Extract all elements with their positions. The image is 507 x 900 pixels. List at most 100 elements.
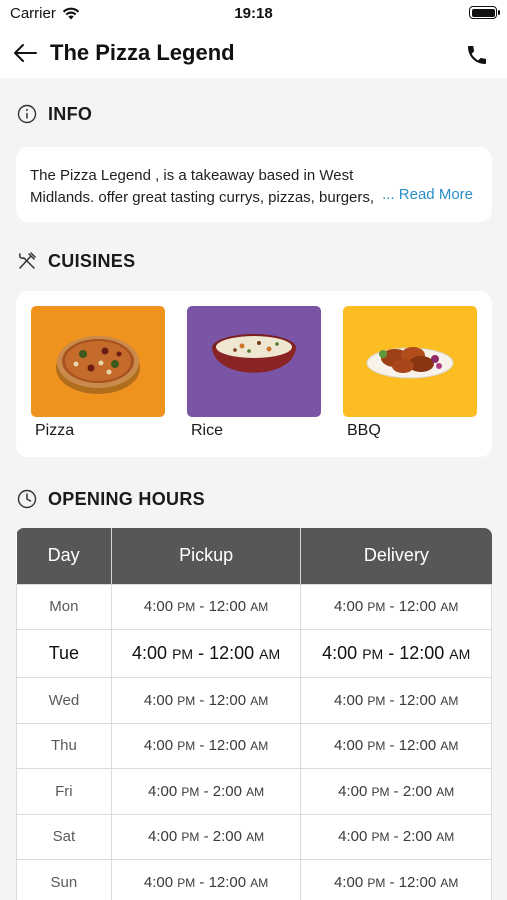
status-time: 19:18	[234, 5, 273, 22]
open-time: 4:00	[338, 828, 368, 846]
info-icon	[16, 103, 38, 125]
battery-icon	[469, 6, 500, 19]
open-time: 4:00	[143, 737, 174, 755]
day-cell: Wed	[16, 677, 112, 724]
open-time: 4:00	[143, 873, 174, 891]
close-ampm: AM	[250, 600, 269, 615]
open-time: 4:00	[143, 691, 174, 709]
day-cell: Fri	[16, 768, 112, 815]
delivery-hours-cell: 4:00 PM - 12:00 AM	[300, 859, 492, 900]
table-row: Sat 4:00 PM - 2:00 AM 4:00 PM - 2:00 AM	[16, 813, 492, 860]
nav-bar: The Pizza Legend	[0, 28, 507, 78]
back-button[interactable]	[10, 39, 40, 67]
open-time: 4:00	[132, 643, 168, 663]
table-header-row: Day Pickup Delivery	[16, 528, 492, 584]
close-time: 12:00	[398, 691, 437, 709]
read-more-link[interactable]: ... Read More	[380, 186, 473, 203]
cuisine-rice[interactable]: Rice	[187, 306, 321, 440]
delivery-hours-cell: 4:00 PM - 12:00 AM	[300, 583, 492, 630]
column-header-delivery: Delivery	[300, 528, 492, 584]
day-cell: Mon	[16, 583, 112, 630]
open-time: 4:00	[333, 598, 364, 616]
cuisine-name: Rice	[191, 422, 224, 439]
day-cell: Tue	[16, 629, 112, 678]
open-ampm: PM	[181, 830, 200, 845]
status-bar: Carrier 19:18	[0, 0, 507, 28]
close-ampm: AM	[246, 830, 265, 845]
close-time: 12:00	[398, 598, 437, 616]
cuisines-heading: CUISINES	[16, 250, 135, 272]
rice-image	[187, 306, 321, 417]
cuisine-bbq[interactable]: BBQ	[343, 306, 477, 440]
open-ampm: PM	[371, 830, 390, 845]
close-ampm: AM	[250, 739, 269, 754]
day-cell: Sun	[16, 859, 112, 900]
pickup-hours-cell: 4:00 PM - 12:00 AM	[110, 583, 302, 630]
close-ampm: AM	[440, 875, 459, 890]
close-time: 2:00	[402, 782, 433, 800]
delivery-hours-cell: 4:00 PM - 12:00 AM	[300, 722, 492, 769]
open-ampm: PM	[172, 646, 194, 662]
pickup-hours-cell: 4:00 PM - 12:00 AM	[110, 722, 302, 769]
open-ampm: PM	[177, 875, 196, 890]
info-card: The Pizza Legend , is a takeaway based i…	[16, 147, 492, 222]
cuisines-heading-label: CUISINES	[48, 250, 136, 271]
call-button[interactable]	[463, 41, 491, 69]
day-cell: Sat	[16, 813, 112, 860]
close-time: 12:00	[208, 598, 247, 616]
pickup-hours-cell: 4:00 PM - 12:00 AM	[110, 677, 302, 724]
bbq-image	[343, 306, 477, 417]
open-ampm: PM	[367, 693, 386, 708]
utensils-icon	[16, 250, 38, 272]
page-title: The Pizza Legend	[50, 40, 235, 65]
open-ampm: PM	[367, 739, 386, 754]
pickup-hours-cell: 4:00 PM - 2:00 AM	[110, 813, 302, 860]
table-row: Fri 4:00 PM - 2:00 AM 4:00 PM - 2:00 AM	[16, 768, 492, 815]
close-ampm: AM	[440, 693, 459, 708]
open-time: 4:00	[333, 691, 364, 709]
table-row: Mon 4:00 PM - 12:00 AM 4:00 PM - 12:00 AM	[16, 583, 492, 630]
delivery-hours-cell: 4:00 PM - 12:00 AM	[300, 677, 492, 724]
close-time: 12:00	[209, 643, 255, 663]
open-time: 4:00	[322, 643, 358, 663]
close-ampm: AM	[436, 784, 455, 799]
close-ampm: AM	[440, 739, 459, 754]
table-row: Tue 4:00 PM - 12:00 AM 4:00 PM - 12:00 AM	[16, 629, 492, 678]
pickup-hours-cell: 4:00 PM - 2:00 AM	[110, 768, 302, 815]
cuisines-card: Pizza Rice BBQ	[16, 291, 492, 457]
close-time: 12:00	[398, 873, 437, 891]
close-time: 2:00	[402, 828, 433, 846]
pickup-hours-cell: 4:00 PM - 12:00 AM	[110, 629, 302, 678]
delivery-hours-cell: 4:00 PM - 2:00 AM	[300, 768, 492, 815]
close-time: 2:00	[212, 782, 242, 800]
arrow-left-icon	[14, 44, 37, 62]
delivery-hours-cell: 4:00 PM - 2:00 AM	[300, 813, 492, 860]
column-header-pickup: Pickup	[111, 528, 302, 584]
column-header-day: Day	[16, 528, 112, 584]
cuisine-name: BBQ	[347, 422, 381, 439]
table-row: Thu 4:00 PM - 12:00 AM 4:00 PM - 12:00 AM	[16, 722, 492, 769]
open-ampm: PM	[367, 600, 386, 615]
info-heading-label: INFO	[48, 103, 93, 124]
open-ampm: PM	[177, 693, 196, 708]
close-ampm: AM	[250, 693, 269, 708]
pizza-image	[31, 306, 165, 417]
open-ampm: PM	[367, 875, 386, 890]
table-row: Sun 4:00 PM - 12:00 AM 4:00 PM - 12:00 AM	[16, 859, 492, 900]
table-row: Wed 4:00 PM - 12:00 AM 4:00 PM - 12:00 AM	[16, 677, 492, 724]
clock-icon	[16, 488, 38, 510]
close-ampm: AM	[440, 600, 459, 615]
open-time: 4:00	[143, 598, 174, 616]
close-time: 12:00	[208, 737, 247, 755]
open-ampm: PM	[362, 646, 384, 662]
open-time: 4:00	[333, 873, 364, 891]
close-ampm: AM	[436, 830, 455, 845]
info-heading: INFO	[16, 103, 92, 125]
close-time: 12:00	[208, 873, 247, 891]
close-time: 2:00	[212, 828, 242, 846]
cuisine-pizza[interactable]: Pizza	[31, 306, 165, 440]
open-time: 4:00	[148, 828, 178, 846]
close-time: 12:00	[399, 643, 445, 663]
open-ampm: PM	[177, 600, 196, 615]
close-time: 12:00	[398, 737, 437, 755]
